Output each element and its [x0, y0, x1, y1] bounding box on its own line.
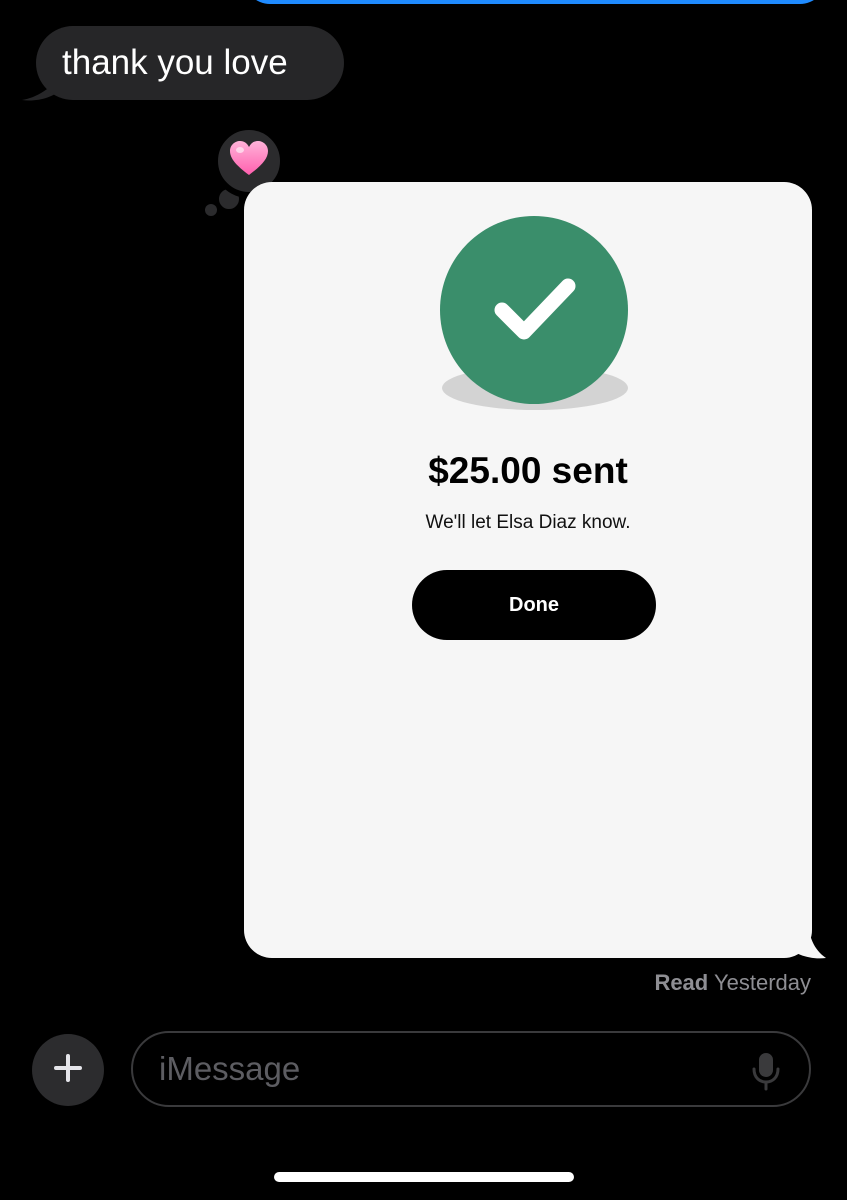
read-status: Read	[654, 970, 709, 995]
home-indicator[interactable]	[274, 1172, 574, 1182]
message-input[interactable]	[159, 1033, 739, 1105]
payment-amount: $25.00 sent	[428, 450, 628, 491]
microphone-icon[interactable]	[751, 1051, 781, 1091]
check-icon	[484, 258, 584, 363]
incoming-message-text: thank you love	[62, 43, 288, 82]
success-badge	[440, 216, 628, 404]
add-attachment-button[interactable]	[32, 1034, 104, 1106]
read-receipt: Read Yesterday	[654, 970, 811, 996]
message-input-container[interactable]	[131, 1031, 811, 1107]
done-button[interactable]: Done	[412, 570, 656, 640]
incoming-message-bubble[interactable]: thank you love	[36, 26, 344, 100]
read-time: Yesterday	[713, 970, 811, 995]
plus-icon	[53, 1053, 83, 1088]
reaction-bubble-dot-small	[205, 204, 217, 216]
payment-subtitle: We'll let Elsa Diaz know.	[425, 512, 631, 533]
heart-icon	[229, 140, 269, 182]
payment-confirmation-card[interactable]: $25.00 sent We'll let Elsa Diaz know. Do…	[244, 182, 812, 958]
outgoing-message-bubble-partial	[244, 0, 826, 4]
